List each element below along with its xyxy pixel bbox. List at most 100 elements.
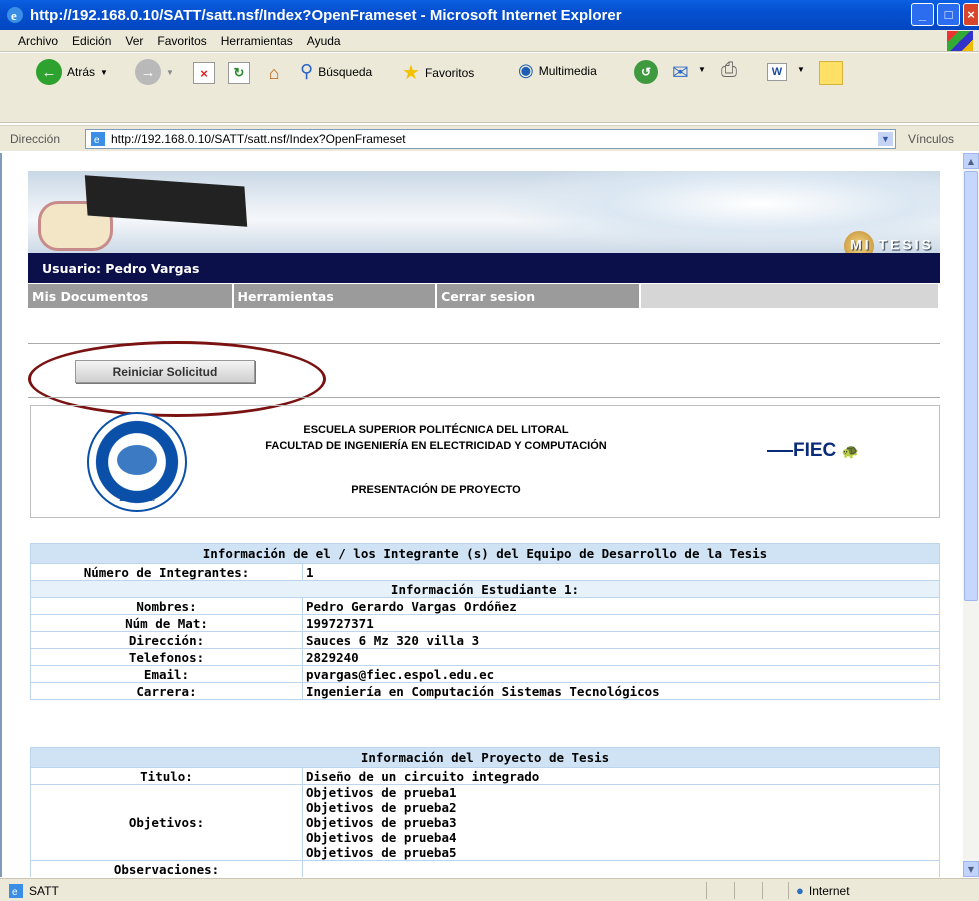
svg-text:e: e: [12, 887, 18, 898]
maximize-button[interactable]: □: [937, 3, 960, 26]
media-button-label[interactable]: Multimedia: [539, 64, 597, 78]
nav-cerrar-sesion[interactable]: Cerrar sesion: [437, 284, 639, 308]
svg-text:e: e: [11, 8, 17, 23]
svg-text:e: e: [94, 135, 100, 146]
chevron-down-icon[interactable]: ▼: [698, 65, 706, 74]
list-item: Objetivos de prueba4: [306, 830, 457, 845]
zone-text: Internet: [808, 883, 850, 898]
row-label: Carrera:: [30, 682, 303, 700]
row-label: Dirección:: [30, 631, 303, 649]
messenger-note-icon[interactable]: [819, 61, 843, 85]
student-header: Información Estudiante 1:: [30, 580, 940, 598]
media-icon[interactable]: ◉: [518, 60, 534, 81]
row-value: 199727371: [302, 614, 940, 632]
close-button[interactable]: ×: [963, 3, 979, 26]
table-row: Dirección: Sauces 6 Mz 320 villa 3: [30, 631, 940, 649]
status-text: SATT: [29, 884, 59, 898]
objectives-list: Objetivos de prueba1 Objetivos de prueba…: [302, 784, 940, 861]
address-label: Dirección: [10, 131, 61, 146]
brand-text: MI TESIS: [850, 236, 934, 253]
row-value: Pedro Gerardo Vargas Ordóñez: [302, 597, 940, 615]
row-label: Núm de Mat:: [30, 614, 303, 632]
back-button-label[interactable]: Atrás: [67, 65, 95, 79]
observations-value: [302, 860, 940, 877]
turtle-icon: 🐢: [841, 443, 859, 459]
scroll-up-icon[interactable]: ▲: [963, 153, 979, 169]
status-divider: [734, 882, 735, 899]
chevron-down-icon[interactable]: ▼: [878, 132, 893, 146]
document-title: PRESENTACIÓN DE PROYECTO: [351, 484, 521, 496]
menu-ayuda[interactable]: Ayuda: [307, 34, 341, 48]
status-bar: e SATT ● Internet: [0, 878, 979, 901]
row-value: Ingeniería en Computación Sistemas Tecno…: [302, 682, 940, 700]
title-label: Titulo:: [30, 767, 303, 785]
print-icon[interactable]: ⎙: [721, 59, 737, 82]
links-label[interactable]: Vínculos: [908, 132, 954, 146]
list-item: Objetivos de prueba5: [306, 845, 457, 860]
document-header: ESPOL ESCUELA SUPERIOR POLITÉCNICA DEL L…: [30, 405, 940, 518]
scroll-thumb[interactable]: [964, 171, 978, 601]
menu-ver[interactable]: Ver: [125, 34, 143, 48]
minimize-button[interactable]: _: [911, 3, 934, 26]
chevron-down-icon[interactable]: ▼: [797, 65, 805, 74]
menu-favoritos[interactable]: Favoritos: [157, 34, 206, 48]
forward-arrow-icon[interactable]: →: [135, 59, 161, 85]
menu-edicion[interactable]: Edición: [72, 34, 111, 48]
search-button-label[interactable]: Búsqueda: [318, 65, 372, 79]
row-value: 2829240: [302, 648, 940, 666]
chevron-down-icon[interactable]: ▼: [166, 68, 174, 77]
table-row: Núm de Mat: 199727371: [30, 614, 940, 632]
list-item: Objetivos de prueba3: [306, 815, 457, 830]
page-icon: e: [91, 132, 105, 146]
divider: [28, 397, 940, 398]
nav-mis-documentos[interactable]: Mis Documentos: [28, 284, 232, 308]
list-item: Objetivos de prueba2: [306, 800, 457, 815]
refresh-icon[interactable]: ↻: [228, 62, 250, 84]
list-item: Objetivos de prueba1: [306, 785, 457, 800]
page-viewport: MI TESIS Usuario: Pedro Vargas Mis Docum…: [0, 153, 963, 877]
home-icon[interactable]: ⌂: [263, 62, 285, 84]
mail-icon[interactable]: ✉: [672, 60, 689, 85]
star-icon[interactable]: ★: [402, 60, 420, 85]
table-row: Carrera: Ingeniería en Computación Sistem…: [30, 682, 940, 700]
row-label: Telefonos:: [30, 648, 303, 666]
menu-archivo[interactable]: Archivo: [18, 34, 58, 48]
address-url: http://192.168.0.10/SATT/satt.nsf/Index?…: [111, 132, 406, 146]
vertical-scrollbar[interactable]: ▲ ▼: [963, 153, 979, 877]
windows-flag-icon: [947, 31, 973, 51]
menu-bar: Archivo Edición Ver Favoritos Herramient…: [0, 30, 979, 52]
search-icon[interactable]: ⚲: [300, 61, 313, 82]
address-bar: Dirección e http://192.168.0.10/SATT/sat…: [0, 125, 979, 151]
status-divider: [788, 882, 789, 899]
row-value: Sauces 6 Mz 320 villa 3: [302, 631, 940, 649]
main-nav: Mis Documentos Herramientas Cerrar sesio…: [28, 284, 940, 308]
word-edit-icon[interactable]: W: [767, 63, 787, 81]
row-label: Email:: [30, 665, 303, 683]
address-input[interactable]: e http://192.168.0.10/SATT/satt.nsf/Inde…: [85, 129, 896, 149]
fiec-line: [767, 449, 793, 452]
back-arrow-icon[interactable]: ←: [36, 59, 62, 85]
history-icon[interactable]: ↺: [634, 60, 658, 84]
ie-icon: e: [7, 7, 23, 23]
title-bar: e http://192.168.0.10/SATT/satt.nsf/Inde…: [0, 0, 979, 30]
status-divider: [706, 882, 707, 899]
user-label: Usuario: Pedro Vargas: [42, 260, 200, 276]
status-divider: [762, 882, 763, 899]
project-header: Información del Proyecto de Tesis: [30, 747, 940, 768]
row-value: pvargas@fiec.espol.edu.ec: [302, 665, 940, 683]
fiec-logo-text: FIEC: [793, 440, 837, 461]
globe-icon: ●: [796, 883, 804, 898]
window-title: http://192.168.0.10/SATT/satt.nsf/Index?…: [30, 6, 622, 24]
chevron-down-icon[interactable]: ▼: [100, 68, 108, 77]
fiec-logo: FIEC 🐢: [767, 440, 859, 462]
count-label: Número de Integrantes:: [30, 563, 303, 581]
brand-logo: MI TESIS: [844, 231, 934, 253]
faculty-name: FACULTAD DE INGENIERÍA EN ELECTRICIDAD Y…: [265, 440, 607, 452]
favorites-button-label[interactable]: Favoritos: [425, 66, 474, 80]
scroll-down-icon[interactable]: ▼: [963, 861, 979, 877]
nav-herramientas[interactable]: Herramientas: [233, 284, 436, 308]
menu-herramientas[interactable]: Herramientas: [221, 34, 293, 48]
nav-spacer: [640, 284, 939, 308]
table-row: Nombres: Pedro Gerardo Vargas Ordóñez: [30, 597, 940, 615]
stop-icon[interactable]: ×: [193, 62, 215, 84]
